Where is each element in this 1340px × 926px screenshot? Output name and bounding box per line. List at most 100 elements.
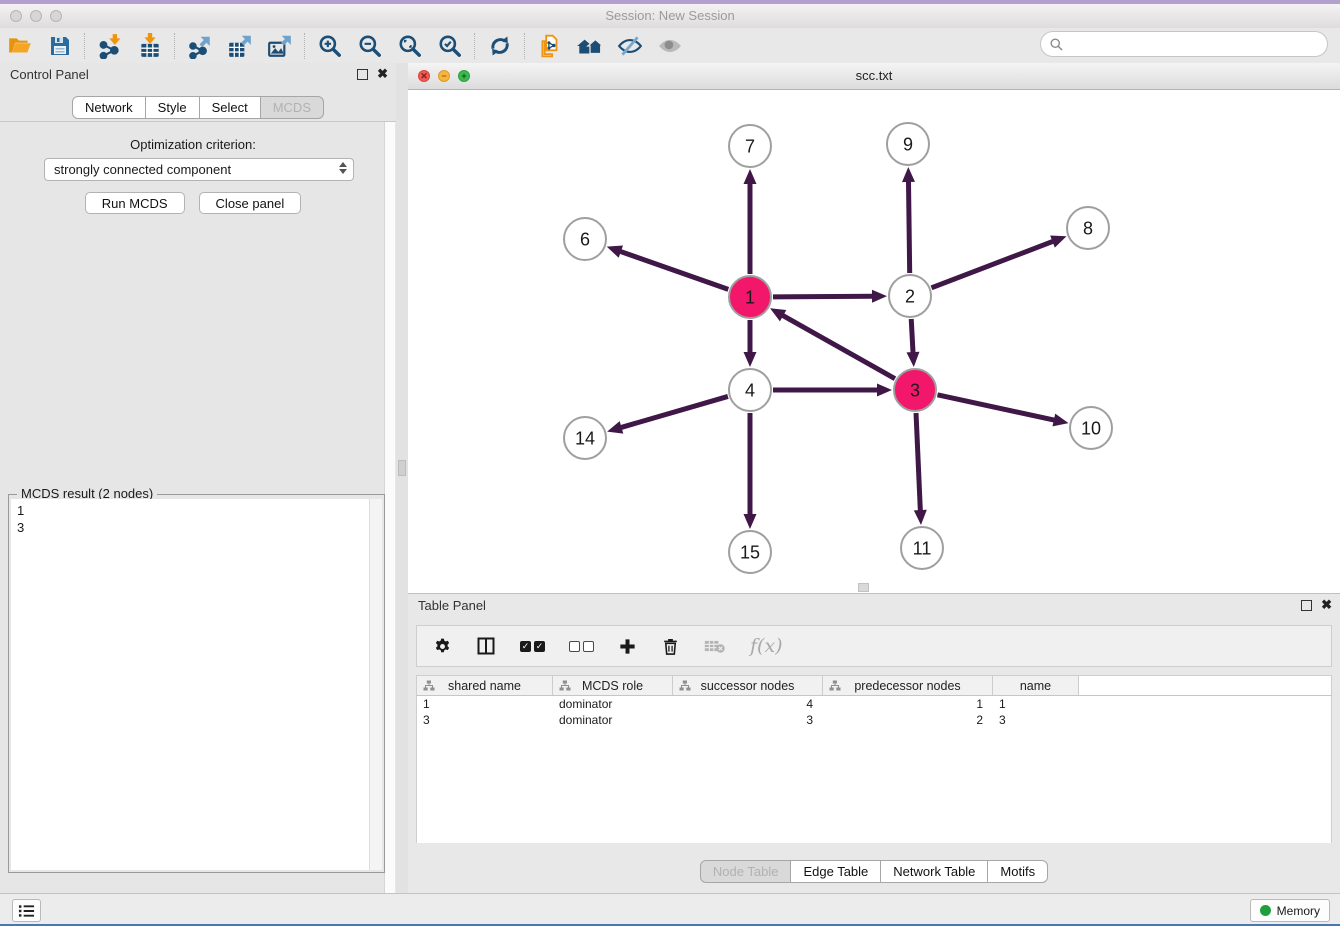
- tab-motifs[interactable]: Motifs: [988, 860, 1048, 883]
- graph-edge-3-11[interactable]: [916, 413, 920, 512]
- tab-node-table[interactable]: Node Table: [700, 860, 792, 883]
- run-mcds-button[interactable]: Run MCDS: [85, 192, 185, 214]
- delete-table-button[interactable]: [704, 637, 726, 655]
- float-panel-icon[interactable]: [357, 69, 368, 80]
- import-network-button[interactable]: [90, 30, 130, 62]
- graph-edge-3-10[interactable]: [937, 395, 1055, 421]
- close-panel-button[interactable]: Close panel: [199, 192, 302, 214]
- export-image-button[interactable]: [260, 30, 300, 62]
- column-label: shared name: [448, 679, 521, 693]
- table-row[interactable]: 3 dominator 3 2 3: [417, 712, 1331, 728]
- table-panel-title: Table Panel: [418, 598, 486, 613]
- network-view-titlebar[interactable]: ✕ − + scc.txt: [408, 63, 1340, 90]
- delete-table-icon: [704, 637, 726, 655]
- table-header-row: shared name MCDS role successor nodes pr…: [416, 675, 1332, 696]
- apply-layout-button[interactable]: [480, 30, 520, 62]
- zoom-out-button[interactable]: [350, 30, 390, 62]
- tab-style[interactable]: Style: [146, 96, 200, 119]
- cell-name: 3: [993, 712, 1079, 728]
- hide-selected-button[interactable]: [610, 30, 650, 62]
- graph-edge-3-1[interactable]: [781, 315, 895, 379]
- float-panel-icon[interactable]: [1301, 600, 1312, 611]
- graph-edge-1-2[interactable]: [773, 296, 874, 297]
- column-header-predecessor-nodes[interactable]: predecessor nodes: [823, 676, 993, 695]
- tab-mcds[interactable]: MCDS: [261, 96, 324, 119]
- export-image-icon: [267, 33, 293, 59]
- trash-icon: [661, 637, 680, 656]
- graph-arrowhead: [1050, 235, 1066, 247]
- hierarchy-icon: [679, 680, 691, 692]
- table-settings-button[interactable]: [433, 637, 452, 656]
- add-column-button[interactable]: [618, 637, 637, 656]
- hierarchy-icon: [423, 680, 435, 692]
- mcds-result-list[interactable]: 1 3: [11, 499, 370, 870]
- toggle-columns-button[interactable]: [476, 636, 496, 656]
- show-all-button[interactable]: [650, 30, 690, 62]
- select-stepper-icon: [339, 162, 347, 174]
- mcds-result-group: MCDS result (2 nodes) 1 3: [8, 494, 385, 873]
- table-body: 1 dominator 4 1 1 3 dominator 3 2 3: [416, 696, 1332, 843]
- cell-name: 1: [993, 696, 1079, 712]
- control-panel-scrollbar[interactable]: [384, 122, 395, 926]
- hierarchy-icon: [829, 680, 841, 692]
- tab-network[interactable]: Network: [72, 96, 146, 119]
- network-view-window: ✕ − + scc.txt 1234678910111415: [408, 63, 1340, 593]
- zoom-selected-button[interactable]: [430, 30, 470, 62]
- close-panel-icon[interactable]: ✖: [1321, 599, 1332, 611]
- export-network-button[interactable]: [180, 30, 220, 62]
- mcds-result-item: 3: [17, 519, 364, 536]
- network-canvas[interactable]: 1234678910111415: [408, 90, 1340, 593]
- tab-network-table[interactable]: Network Table: [881, 860, 988, 883]
- clone-network-button[interactable]: [530, 30, 570, 62]
- mcds-result-scrollbar[interactable]: [369, 499, 382, 870]
- table-row[interactable]: 1 dominator 4 1 1: [417, 696, 1331, 712]
- task-history-button[interactable]: [12, 899, 41, 922]
- network-hscroll-thumb[interactable]: [858, 583, 869, 592]
- zoom-in-icon: [317, 33, 343, 59]
- network-graph[interactable]: 1234678910111415: [408, 90, 1340, 593]
- column-header-successor-nodes[interactable]: successor nodes: [673, 676, 823, 695]
- graph-edge-2-3[interactable]: [911, 319, 913, 354]
- graph-arrowhead: [872, 290, 887, 303]
- zoom-in-button[interactable]: [310, 30, 350, 62]
- graph-edge-4-14[interactable]: [620, 396, 728, 428]
- divider: [0, 121, 396, 122]
- open-file-button[interactable]: [0, 30, 40, 62]
- graph-edge-2-8[interactable]: [931, 241, 1054, 288]
- select-all-columns-button[interactable]: ✓ ✓: [520, 641, 545, 652]
- column-label: MCDS role: [582, 679, 643, 693]
- delete-column-button[interactable]: [661, 637, 680, 656]
- splitter-grip[interactable]: [398, 460, 406, 476]
- tab-edge-table[interactable]: Edge Table: [791, 860, 881, 883]
- column-header-mcds-role[interactable]: MCDS role: [553, 676, 673, 695]
- table-panel-header: Table Panel ✖: [408, 594, 1340, 620]
- save-session-button[interactable]: [40, 30, 80, 62]
- status-bar: Memory: [0, 893, 1340, 924]
- cell-shared-name: 3: [417, 712, 553, 728]
- close-panel-icon[interactable]: ✖: [377, 68, 388, 80]
- import-table-button[interactable]: [130, 30, 170, 62]
- toolbar-separator: [84, 33, 86, 59]
- cell-predecessor-nodes: 1: [823, 696, 993, 712]
- optimization-criterion-select[interactable]: strongly connected component: [44, 158, 354, 181]
- graph-edge-1-6[interactable]: [619, 251, 728, 289]
- column-header-name[interactable]: name: [993, 676, 1079, 695]
- columns-icon: [476, 636, 496, 656]
- memory-button[interactable]: Memory: [1250, 899, 1330, 922]
- deselect-all-columns-button[interactable]: [569, 641, 594, 652]
- function-builder-button[interactable]: f(x): [750, 635, 783, 657]
- tab-select[interactable]: Select: [200, 96, 261, 119]
- toolbar-separator: [304, 33, 306, 59]
- panel-splitter[interactable]: [396, 63, 408, 893]
- graph-arrowhead: [906, 352, 919, 367]
- graph-edge-2-9[interactable]: [908, 180, 909, 273]
- zoom-fit-button[interactable]: [390, 30, 430, 62]
- window-titlebar[interactable]: Session: New Session: [0, 4, 1340, 29]
- export-table-button[interactable]: [220, 30, 260, 62]
- column-label: predecessor nodes: [854, 679, 960, 693]
- search-input[interactable]: [1069, 36, 1327, 53]
- graph-node-label: 8: [1083, 218, 1093, 238]
- column-header-shared-name[interactable]: shared name: [417, 676, 553, 695]
- home-views-button[interactable]: [570, 30, 610, 62]
- graph-node-label: 4: [745, 380, 755, 400]
